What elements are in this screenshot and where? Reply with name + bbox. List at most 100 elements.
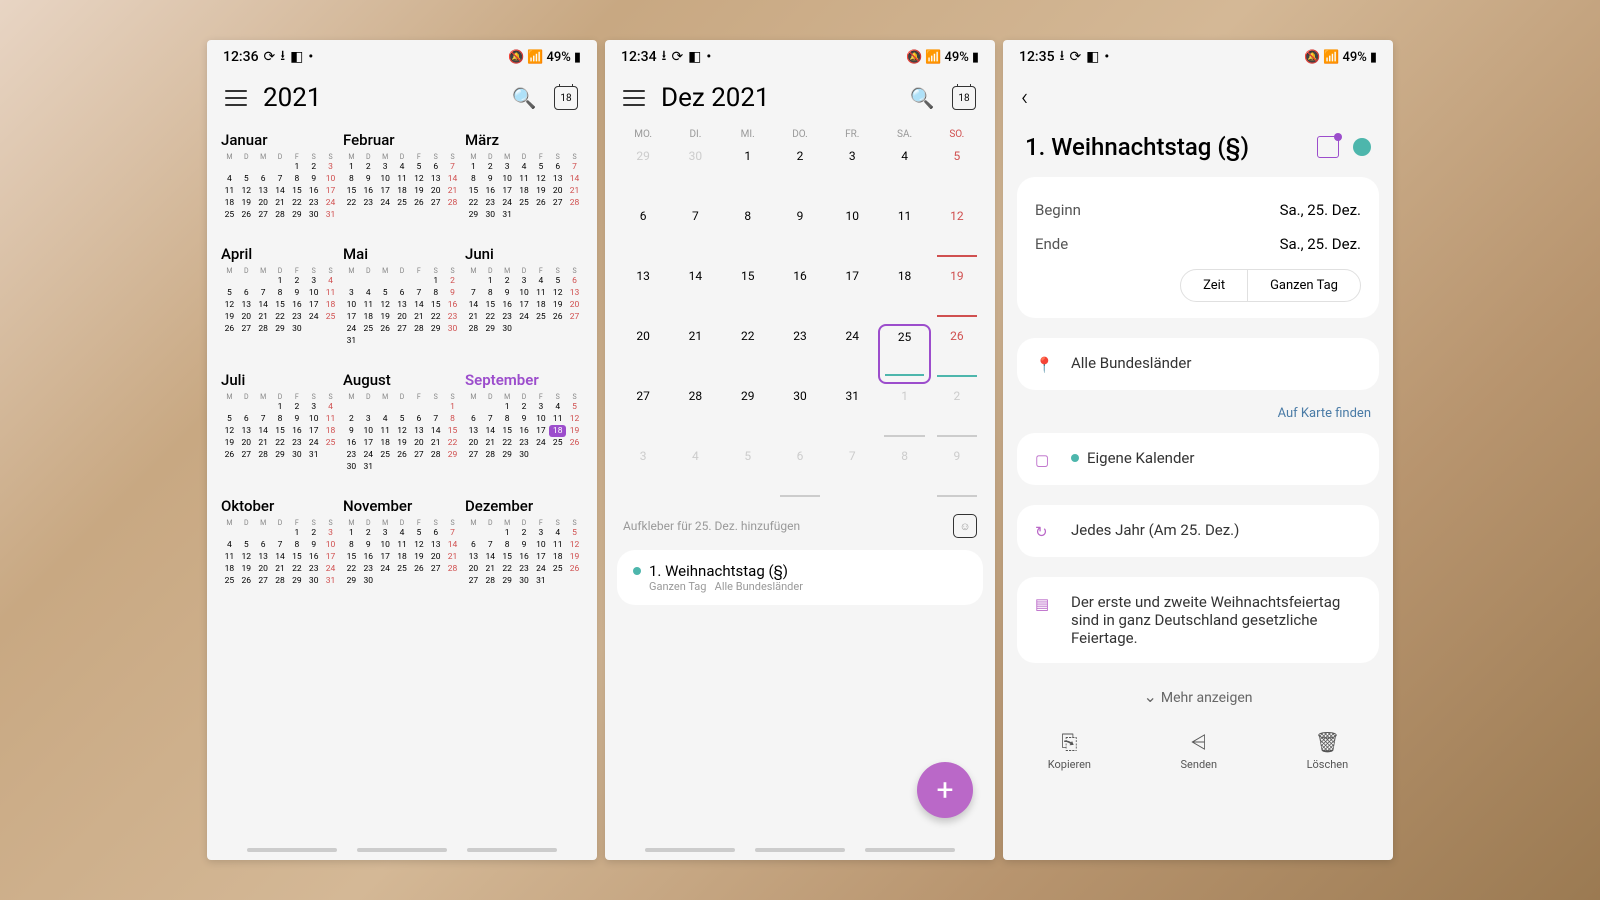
day-cell[interactable]: 30 [669,144,721,204]
day-cell[interactable]: 10 [826,204,878,264]
time-mode-toggle[interactable]: Zeit Ganzen Tag [1180,269,1361,302]
month-april[interactable]: AprilMDMDFSS 123456789101112131415161718… [221,245,339,347]
day-cell[interactable]: 21 [669,324,721,384]
location-card[interactable]: 📍 Alle Bundesländer [1017,338,1379,390]
month-märz[interactable]: MärzMDMDFSS12345678910111213141516171819… [465,131,583,221]
day-cell[interactable]: 20 [617,324,669,384]
day-cell[interactable]: 22 [722,324,774,384]
day-cell[interactable]: 27 [617,384,669,444]
battery-icon: ▮ [1370,50,1377,65]
month-juni[interactable]: JuniMDMDFSS 1234567891011121314151617181… [465,245,583,347]
wifi-icon: 📶 [1323,50,1339,65]
add-event-fab[interactable]: + [917,762,973,818]
today-button[interactable]: 18 [553,85,579,111]
nav-bar[interactable] [207,848,597,852]
phone-year-view: 12:36 ⟳ ⭳ ◧ • 🔕 📶 49% ▮ 2021 🔍 18 Januar… [207,40,597,860]
day-cell[interactable]: 19 [931,264,983,324]
day-cell[interactable]: 7 [669,204,721,264]
day-cell[interactable]: 9 [931,444,983,504]
pill-time[interactable]: Zeit [1181,270,1247,301]
day-cell[interactable]: 15 [722,264,774,324]
mute-icon: 🔕 [906,50,922,65]
month-september[interactable]: SeptemberMDMDFSS 12345678910111213141516… [465,371,583,473]
month-juli[interactable]: JuliMDMDFSS 1234567891011121314151617181… [221,371,339,473]
copy-action[interactable]: ⎘Kopieren [1048,730,1091,771]
day-cell[interactable]: 3 [826,144,878,204]
day-cell[interactable]: 29 [617,144,669,204]
day-cell[interactable]: 8 [878,444,930,504]
day-cell[interactable]: 14 [669,264,721,324]
day-cell[interactable]: 7 [826,444,878,504]
app-bar: Dez 2021 🔍 18 [605,69,995,123]
status-icon: ◧ [1086,49,1099,65]
month-dezember[interactable]: DezemberMDMDFSS 123456789101112131415161… [465,497,583,587]
search-button[interactable]: 🔍 [511,85,537,111]
day-cell[interactable]: 23 [774,324,826,384]
day-cell[interactable]: 16 [774,264,826,324]
month-november[interactable]: NovemberMDMDFSS1234567891011121314151617… [343,497,461,587]
day-cell[interactable]: 8 [722,204,774,264]
sticker-prompt-row[interactable]: Aufkleber für 25. Dez. hinzufügen ☺ [605,504,995,544]
delete-action[interactable]: 🗑Löschen [1307,730,1349,771]
show-more-button[interactable]: Mehr anzeigen [1003,673,1393,720]
day-cell[interactable]: 24 [826,324,878,384]
year-title[interactable]: 2021 [263,83,495,113]
day-cell[interactable]: 5 [931,144,983,204]
wifi-icon: 📶 [925,50,941,65]
today-button[interactable]: 18 [951,85,977,111]
menu-button[interactable] [623,87,645,109]
day-cell[interactable]: 9 [774,204,826,264]
back-button[interactable]: ‹ [1021,83,1028,111]
day-cell[interactable]: 25 [878,324,930,384]
event-card[interactable]: 1. Weihnachtstag (§) Ganzen Tag Alle Bun… [617,550,983,605]
day-cell[interactable]: 6 [617,204,669,264]
day-cell[interactable]: 30 [774,384,826,444]
day-cell[interactable]: 11 [878,204,930,264]
event-color-icon[interactable] [1353,138,1371,156]
month-februar[interactable]: FebruarMDMDFSS12345678910111213141516171… [343,131,461,221]
day-cell[interactable]: 3 [617,444,669,504]
event-title: 1. Weihnachtstag (§) [649,562,788,580]
nav-bar[interactable] [605,848,995,852]
location-text: Alle Bundesländer [1071,354,1361,372]
event-color-dot [633,567,641,575]
day-cell[interactable]: 6 [774,444,826,504]
search-button[interactable]: 🔍 [909,85,935,111]
day-cell[interactable]: 1 [878,384,930,444]
day-cell[interactable]: 17 [826,264,878,324]
day-cell[interactable]: 5 [722,444,774,504]
month-title[interactable]: Dez 2021 [661,83,893,113]
day-cell[interactable]: 18 [878,264,930,324]
note-icon: ▤ [1035,595,1055,613]
month-mai[interactable]: MaiMDMDFSS 12345678910111213141516171819… [343,245,461,347]
day-cell[interactable]: 12 [931,204,983,264]
phone-month-view: 12:34 ⭳ ⟳ ◧ • 🔕 📶 49% ▮ Dez 2021 🔍 18 MO… [605,40,995,860]
day-cell[interactable]: 2 [774,144,826,204]
day-cell[interactable]: 1 [722,144,774,204]
status-icon: ⭳ [1060,45,1065,69]
battery-pct: 49% [546,50,570,65]
day-cell[interactable]: 26 [931,324,983,384]
month-januar[interactable]: JanuarMDMDFSS 12345678910111213141516171… [221,131,339,221]
end-value[interactable]: Sa., 25. Dez. [1280,235,1361,253]
day-cell[interactable]: 13 [617,264,669,324]
sticker-applied-icon[interactable] [1317,136,1339,158]
pill-allday[interactable]: Ganzen Tag [1247,270,1360,301]
copy-icon: ⎘ [1061,730,1077,754]
day-cell[interactable]: 29 [722,384,774,444]
day-cell[interactable]: 2 [931,384,983,444]
month-august[interactable]: AugustMDMDFSS 12345678910111213141516171… [343,371,461,473]
month-oktober[interactable]: OktoberMDMDFSS 1234567891011121314151617… [221,497,339,587]
send-action[interactable]: ⩤Senden [1181,730,1218,771]
day-cell[interactable]: 31 [826,384,878,444]
day-cell[interactable]: 4 [669,444,721,504]
begin-value[interactable]: Sa., 25. Dez. [1280,201,1361,219]
calendar-card[interactable]: ▢ Eigene Kalender [1017,433,1379,485]
menu-button[interactable] [225,87,247,109]
repeat-card[interactable]: ↻ Jedes Jahr (Am 25. Dez.) [1017,505,1379,557]
sticker-icon[interactable]: ☺ [953,514,977,538]
day-cell[interactable]: 28 [669,384,721,444]
day-cell[interactable]: 4 [878,144,930,204]
status-icon: ⟳ [671,49,683,65]
map-link[interactable]: Auf Karte finden [1003,400,1393,423]
